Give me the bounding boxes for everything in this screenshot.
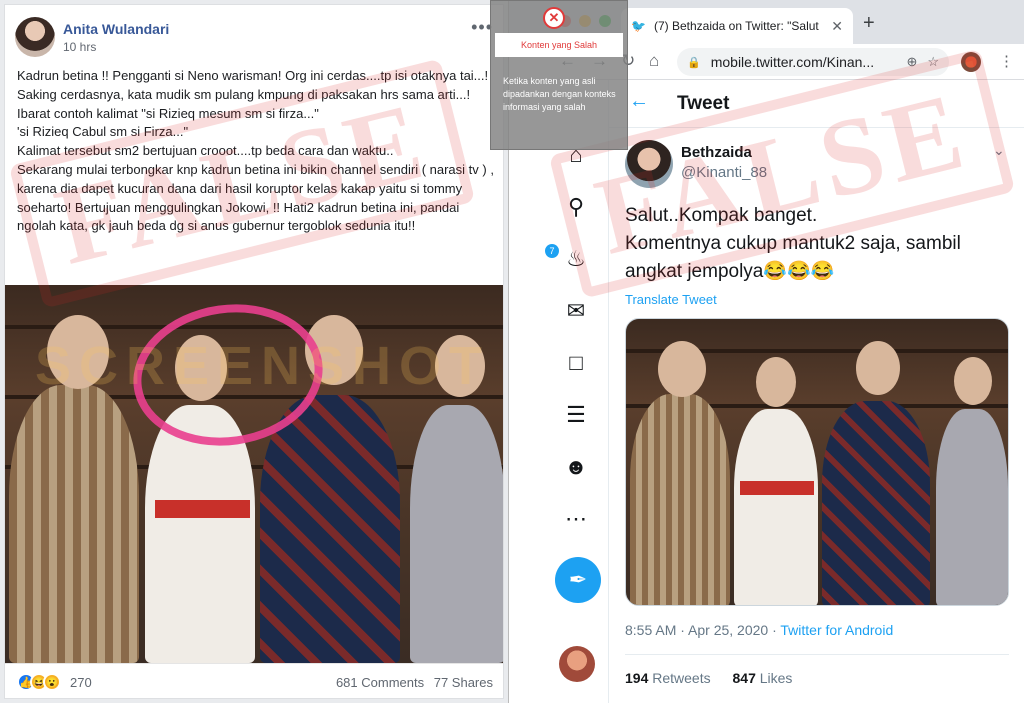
- person-figure: [260, 395, 400, 663]
- person-figure: [410, 405, 503, 663]
- facebook-post: Anita Wulandari 10 hrs ••• Kadrun betina…: [4, 4, 504, 699]
- red-sash: [740, 481, 814, 495]
- post-stats: 681 Comments 77 Shares: [330, 675, 493, 690]
- hoax-label-overlay: ✕ Konten yang Salah Ketika konten yang a…: [490, 0, 628, 150]
- person-figure: [9, 385, 139, 663]
- retweets-count: 194: [625, 670, 649, 686]
- notifications-bell-icon[interactable]: ♨: [563, 246, 589, 272]
- new-tab-button[interactable]: +: [863, 12, 875, 35]
- bookmarks-icon[interactable]: □: [563, 350, 589, 376]
- url-text: mobile.twitter.com/Kinan...: [710, 54, 875, 70]
- person-head: [47, 315, 109, 389]
- more-icon[interactable]: ⋯: [563, 506, 589, 532]
- search-icon[interactable]: ⚲: [563, 194, 589, 220]
- author-name[interactable]: Anita Wulandari: [63, 21, 169, 37]
- compose-tweet-button[interactable]: ✒: [555, 557, 601, 603]
- tab-title: (7) Bethzaida on Twitter: "Salut: [653, 19, 819, 33]
- retweets-label: Retweets: [648, 670, 711, 686]
- profile-icon[interactable]: ☻: [563, 454, 589, 480]
- tweet-meta: 8:55 AM · Apr 25, 2020 · Twitter for And…: [625, 622, 893, 638]
- add-icon[interactable]: ⊕: [906, 54, 917, 70]
- person-figure: [822, 401, 930, 605]
- hoax-label-title: Konten yang Salah: [495, 33, 623, 57]
- comments-count[interactable]: 681 Comments: [336, 675, 424, 690]
- browser-tab[interactable]: 🐦 (7) Bethzaida on Twitter: "Salut ✕: [621, 8, 853, 44]
- profile-avatar[interactable]: [961, 52, 981, 72]
- home-icon[interactable]: ⌂: [649, 51, 659, 71]
- tweet-author-avatar[interactable]: [625, 140, 673, 188]
- reaction-icons[interactable]: 👍 😆 😮: [17, 673, 61, 691]
- post-text: Kadrun betina !! Pengganti si Neno waris…: [17, 67, 497, 236]
- post-header: Anita Wulandari 10 hrs: [15, 15, 169, 59]
- reaction-count[interactable]: 270: [70, 675, 92, 690]
- translate-tweet-link[interactable]: Translate Tweet: [625, 292, 717, 307]
- retweets-stat[interactable]: 194 Retweets: [625, 670, 711, 686]
- person-figure: [630, 394, 730, 605]
- red-sash: [155, 500, 250, 518]
- tweet-header-bar: ← Tweet: [609, 80, 1024, 128]
- person-head: [856, 341, 900, 395]
- tweet-photo[interactable]: [625, 318, 1009, 606]
- author-avatar[interactable]: [15, 17, 55, 57]
- address-bar[interactable]: 🔒 mobile.twitter.com/Kinan... ⊕ ☆: [677, 48, 949, 76]
- tweet-text: Salut..Kompak banget. Komentnya cukup ma…: [625, 205, 961, 282]
- person-figure: [936, 409, 1008, 605]
- tweet-author-handle[interactable]: @Kinanti_88: [681, 164, 767, 181]
- notification-badge: 7: [545, 244, 559, 258]
- twitter-nav-rail: ⌂ ⚲ ♨ ✉ □ ☰ ☻ ⋯ ✒: [543, 80, 609, 703]
- messages-mail-icon[interactable]: ✉: [563, 298, 589, 324]
- warning-x-icon: ✕: [543, 7, 565, 29]
- person-head: [954, 357, 992, 405]
- post-time[interactable]: 10 hrs: [63, 40, 169, 54]
- chevron-down-icon[interactable]: ⌄: [993, 142, 1005, 159]
- person-head: [756, 357, 796, 407]
- likes-stat[interactable]: 847 Likes: [733, 670, 793, 686]
- tweet-timestamp[interactable]: 8:55 AM · Apr 25, 2020 ·: [625, 622, 780, 638]
- composite-screenshot: Anita Wulandari 10 hrs ••• Kadrun betina…: [0, 0, 1024, 703]
- account-avatar[interactable]: [559, 646, 595, 682]
- hoax-label-description: Ketika konten yang asli dipadankan denga…: [503, 76, 616, 112]
- person-figure: [734, 409, 818, 605]
- lock-icon: 🔒: [687, 56, 701, 69]
- tweet-author-name[interactable]: Bethzaida: [681, 144, 752, 161]
- bookmark-star-icon[interactable]: ☆: [927, 54, 939, 70]
- page-title: Tweet: [677, 93, 730, 114]
- tweet-source-app[interactable]: Twitter for Android: [780, 622, 893, 638]
- wow-icon: 😮: [43, 673, 61, 691]
- lists-icon[interactable]: ☰: [563, 402, 589, 428]
- twitter-bird-icon: 🐦: [631, 19, 646, 33]
- tweet-stats: 194 Retweets 847 Likes: [625, 670, 792, 686]
- person-head: [658, 341, 706, 397]
- likes-count: 847: [732, 670, 756, 686]
- person-head: [435, 335, 485, 397]
- shares-count[interactable]: 77 Shares: [434, 675, 493, 690]
- likes-label: Likes: [755, 670, 793, 686]
- tweet-detail: ← Tweet Bethzaida @Kinanti_88 ⌄ Salut..K…: [609, 80, 1024, 703]
- divider: [625, 654, 1009, 655]
- close-tab-icon[interactable]: ✕: [831, 18, 843, 35]
- back-arrow-icon[interactable]: ←: [629, 90, 649, 113]
- menu-kebab-icon[interactable]: ⋮: [999, 52, 1014, 70]
- post-footer: 👍 😆 😮 270 681 Comments 77 Shares: [5, 663, 503, 698]
- post-body: Kadrun betina !! Pengganti si Neno waris…: [17, 68, 494, 234]
